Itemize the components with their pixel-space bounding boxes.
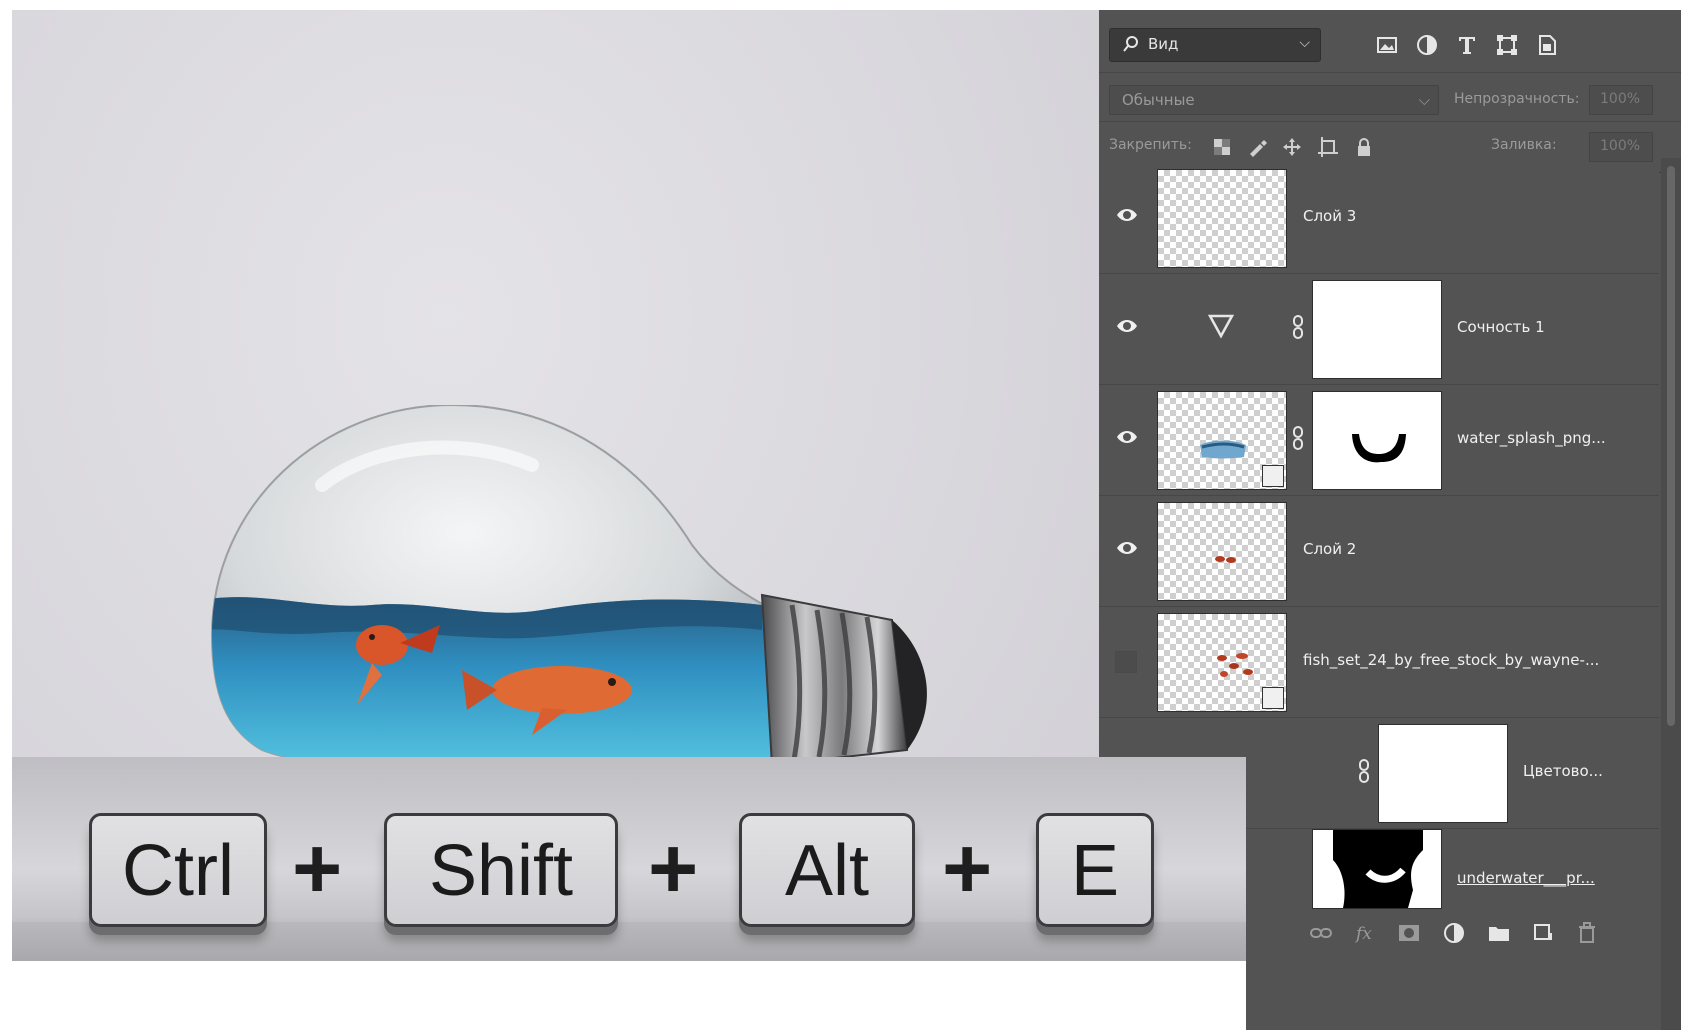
vibrance-adjustment-icon	[1207, 314, 1235, 339]
layer-row[interactable]: Слой 3	[1099, 163, 1659, 274]
mask-link-icon[interactable]	[1291, 425, 1305, 451]
key-label: Ctrl	[122, 831, 234, 911]
adjustment-layer-icon[interactable]	[1442, 921, 1466, 945]
opacity-input[interactable]: 100%	[1589, 85, 1653, 115]
fill-value: 100%	[1600, 138, 1641, 154]
fish-thumbnail-art	[1215, 556, 1236, 563]
visibility-eye-icon[interactable]	[1115, 428, 1139, 446]
chevron-down-icon: ⌵	[1299, 35, 1310, 51]
layer-thumbnail	[1157, 502, 1287, 601]
image-filter-icon[interactable]	[1374, 32, 1400, 58]
layer-name[interactable]: Слой 3	[1303, 207, 1356, 225]
e-key: E	[1036, 813, 1154, 927]
visibility-eye-icon[interactable]	[1115, 539, 1139, 557]
shift-key: Shift	[384, 813, 618, 927]
smart-object-icon	[1262, 465, 1284, 487]
layer-row[interactable]: Слой 2	[1099, 496, 1659, 607]
key-label: Shift	[428, 831, 574, 911]
smart-object-filter-icon[interactable]	[1534, 32, 1560, 58]
alt-key: Alt	[739, 813, 915, 927]
smart-object-icon	[1262, 687, 1284, 709]
filter-kind-dropdown[interactable]: Вид ⌵	[1109, 28, 1321, 62]
mask-shape-art	[1352, 434, 1406, 463]
mask-link-icon[interactable]	[1291, 314, 1305, 340]
lock-artboard-icon[interactable]	[1317, 136, 1339, 158]
blend-opacity-bar: Обычные ⌵ Непрозрачность: 100%	[1099, 73, 1681, 122]
layer-thumbnail	[1157, 169, 1287, 268]
shape-filter-icon[interactable]	[1494, 32, 1520, 58]
plus-sign: +	[942, 821, 993, 917]
adjustment-filter-icon[interactable]	[1414, 32, 1440, 58]
type-filter-icon[interactable]	[1454, 32, 1480, 58]
underwater-mask-art	[1333, 830, 1423, 908]
layer-name[interactable]: Слой 2	[1303, 540, 1356, 558]
scrollbar-thumb[interactable]	[1667, 166, 1675, 726]
blend-mode-value: Обычные	[1122, 91, 1195, 109]
plus-sign: +	[648, 821, 699, 917]
add-mask-icon[interactable]	[1397, 921, 1421, 945]
visibility-toggle-empty[interactable]	[1115, 651, 1137, 673]
delete-icon[interactable]	[1575, 921, 1599, 945]
layer-mask-thumbnail	[1378, 724, 1508, 823]
lock-position-icon[interactable]	[1281, 136, 1303, 158]
lock-all-icon[interactable]	[1353, 136, 1375, 158]
lock-label: Закрепить:	[1109, 137, 1192, 153]
blend-mode-dropdown[interactable]: Обычные ⌵	[1109, 85, 1439, 115]
water-splash-thumbnail-art	[1200, 440, 1246, 459]
layers-scrollbar[interactable]	[1661, 158, 1681, 1030]
key-label: Alt	[784, 831, 870, 911]
visibility-eye-icon[interactable]	[1115, 206, 1139, 224]
lock-transparent-pixels-icon[interactable]	[1211, 136, 1233, 158]
opacity-label: Непрозрачность:	[1454, 91, 1580, 107]
layer-mask-thumbnail	[1312, 391, 1442, 490]
layer-row[interactable]: water_splash_png...	[1099, 385, 1659, 496]
layer-name[interactable]: Сочность 1	[1457, 318, 1545, 336]
search-icon	[1123, 36, 1138, 52]
layer-thumbnail	[1157, 613, 1287, 712]
mask-link-icon[interactable]	[1357, 758, 1371, 784]
layer-name[interactable]: fish_set_24_by_free_stock_by_wayne-...	[1303, 651, 1599, 669]
layer-mask-thumbnail	[1312, 829, 1442, 909]
filter-kind-label: Вид	[1148, 35, 1179, 53]
lock-image-pixels-icon[interactable]	[1246, 136, 1268, 158]
layer-name[interactable]: water_splash_png...	[1457, 429, 1606, 447]
layers-filter-bar: Вид ⌵	[1099, 10, 1681, 73]
ctrl-key: Ctrl	[89, 813, 267, 927]
link-layers-icon[interactable]	[1309, 921, 1333, 945]
fish-set-thumbnail-art	[1217, 653, 1253, 677]
layer-mask-thumbnail	[1312, 280, 1442, 379]
keyboard-shelf	[12, 922, 1246, 961]
layer-thumbnail	[1157, 391, 1287, 490]
layer-row[interactable]: Сочность 1	[1099, 274, 1659, 385]
new-group-icon[interactable]	[1487, 921, 1511, 945]
new-layer-icon[interactable]	[1531, 921, 1555, 945]
opacity-value: 100%	[1600, 91, 1641, 107]
lightbulb-aquarium-image	[202, 405, 962, 791]
layer-name[interactable]: underwater___pr...	[1457, 869, 1595, 887]
chevron-down-icon: ⌵	[1418, 91, 1430, 109]
fx-icon[interactable]: fx	[1354, 921, 1378, 945]
svg-text:fx: fx	[1354, 924, 1372, 944]
visibility-eye-icon[interactable]	[1115, 317, 1139, 335]
layers-bottom-toolbar: fx	[1309, 913, 1659, 953]
key-label: E	[1070, 831, 1120, 911]
keyboard-shortcut-overlay: Ctrl + Shift + Alt + E	[12, 757, 1246, 961]
bottom-margin	[12, 961, 1246, 1030]
plus-sign: +	[292, 821, 343, 917]
fill-input[interactable]: 100%	[1589, 132, 1653, 162]
fill-label: Заливка:	[1491, 137, 1557, 153]
layer-name[interactable]: Цветово...	[1523, 762, 1603, 780]
layer-row[interactable]: fish_set_24_by_free_stock_by_wayne-...	[1099, 607, 1659, 718]
